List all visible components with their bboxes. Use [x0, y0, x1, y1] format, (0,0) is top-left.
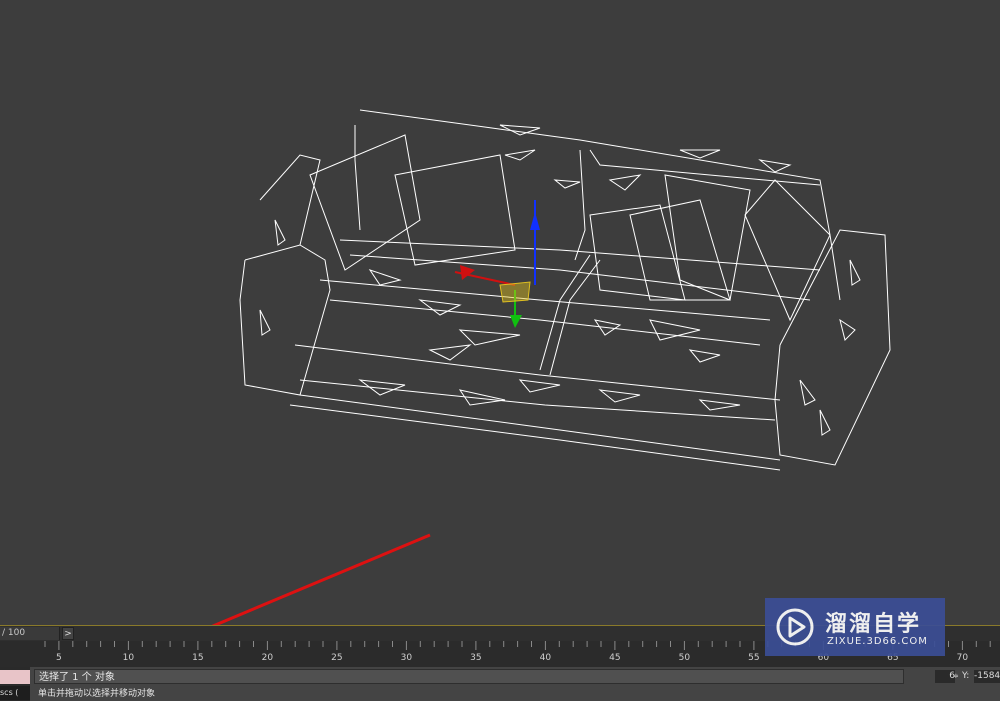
frame-counter[interactable]: / 100 — [0, 627, 60, 640]
coordinate-y-label: Y: — [962, 671, 970, 681]
next-frame-button[interactable]: > — [62, 627, 74, 640]
track-tick-label: 55 — [748, 653, 760, 663]
track-tick-label: 5 — [56, 653, 62, 663]
maxscript-input[interactable] — [0, 670, 30, 684]
selection-status-text: 选择了 1 个 对象 — [34, 669, 904, 684]
track-tick-label: 70 — [956, 653, 969, 663]
play-logo-icon — [776, 608, 814, 646]
track-tick-label: 50 — [678, 653, 691, 663]
watermark-title: 溜溜自学 — [825, 612, 922, 637]
maxscript-output[interactable]: scs ( — [0, 686, 30, 700]
watermark-logo: 溜溜自学 ZIXUE.3D66.COM — [765, 598, 945, 656]
annotation-arrow — [211, 533, 431, 625]
track-tick-label: 30 — [400, 653, 413, 663]
coordinate-y-field[interactable]: -1584 — [974, 670, 1000, 683]
track-tick-label: 10 — [122, 653, 135, 663]
move-gizmo[interactable] — [454, 200, 540, 328]
track-tick-label: 25 — [331, 653, 343, 663]
sofa-wireframe-model[interactable] — [0, 0, 1000, 625]
track-tick-label: 45 — [609, 653, 621, 663]
track-tick-label: 15 — [192, 653, 204, 663]
track-tick-label: 20 — [261, 653, 274, 663]
perspective-viewport[interactable] — [0, 0, 1000, 625]
maxscript-listener[interactable]: scs ( — [0, 667, 30, 701]
track-tick-label: 40 — [539, 653, 552, 663]
track-tick-label: 35 — [470, 653, 482, 663]
coordinate-x-spinner[interactable]: ≑ — [953, 670, 960, 683]
sofa-wireframe-lines — [239, 109, 891, 471]
status-panel: scs ( 选择了 1 个 对象 单击并拖动以选择并移动对象 6 ≑ Y: -1… — [0, 667, 1000, 701]
prompt-text: 单击并拖动以选择并移动对象 — [38, 689, 156, 699]
coordinate-x-field[interactable]: 6 — [935, 670, 955, 683]
watermark-url: ZIXUE.3D66.COM — [827, 636, 928, 647]
